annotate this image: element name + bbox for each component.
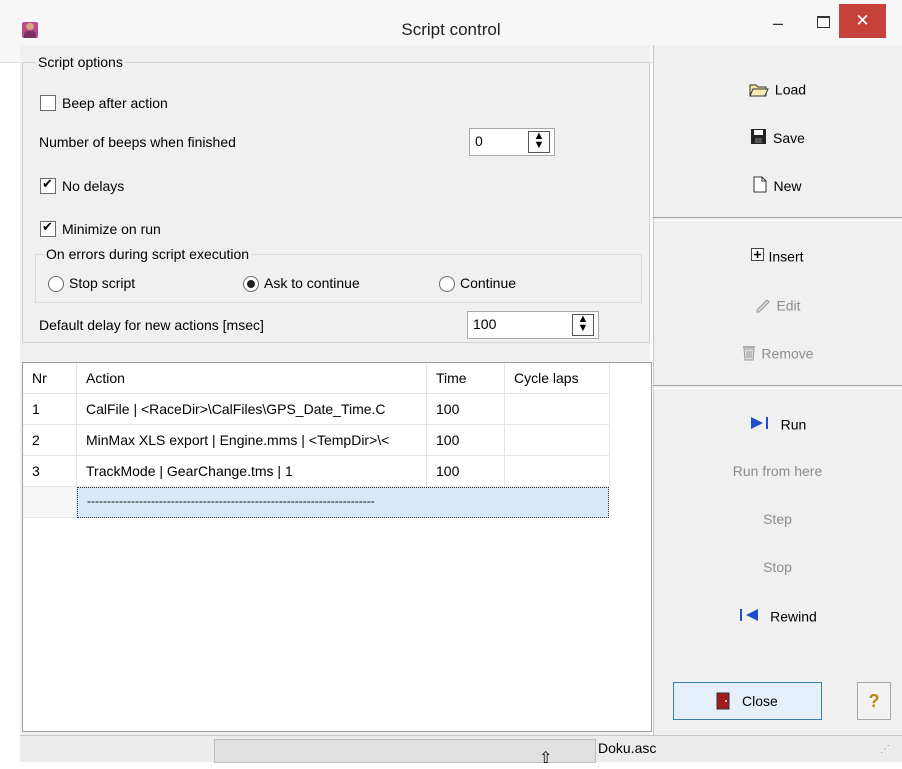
separator [653,217,902,221]
remove-button[interactable]: Remove [653,343,902,364]
save-label: Save [773,130,805,146]
table-row-1-cycle[interactable] [505,394,610,425]
minimize-button[interactable]: – [756,8,800,38]
status-file-name: Doku.asc [598,740,657,756]
close-window-button[interactable]: ✕ [839,4,886,38]
load-button[interactable]: Load [653,80,902,97]
table-row-new-selected[interactable]: ----------------------------------------… [77,487,609,518]
minimize-on-run-label: Minimize on run [62,221,161,237]
resize-grip-icon[interactable]: ⋰ [880,744,890,755]
radio-stop-script[interactable] [48,276,64,292]
table-row-2-action[interactable]: MinMax XLS export | Engine.mms | <TempDi… [77,425,427,456]
maximize-button[interactable] [799,8,843,38]
insert-button[interactable]: Insert [653,247,902,264]
step-button[interactable]: Step [653,511,902,527]
insert-icon [751,248,765,264]
table-row-2-time[interactable]: 100 [427,425,505,456]
beep-after-action-checkbox[interactable] [40,95,56,111]
load-label: Load [774,81,807,98]
default-delay-value: 100 [473,316,497,332]
table-row-1-nr[interactable]: 1 [23,394,77,425]
rewind-icon [738,608,760,625]
edit-icon [754,295,772,316]
table-row-3-cycle[interactable] [505,456,610,487]
close-label: Close [742,693,778,709]
rewind-button[interactable]: Rewind [653,607,902,625]
table-row-1-action[interactable]: CalFile | <RaceDir>\CalFiles\GPS_Date_Ti… [77,394,427,425]
minimize-on-run-checkbox[interactable] [40,219,56,237]
table-row-2-cycle[interactable] [505,425,610,456]
new-label: New [773,178,802,194]
run-label: Run [780,416,807,433]
stop-button[interactable]: Stop [653,559,902,575]
table-row-1-time[interactable]: 100 [427,394,505,425]
edit-button[interactable]: Edit [653,295,902,316]
new-document-icon [753,176,767,196]
table-row-2-nr[interactable]: 2 [23,425,77,456]
beeps-when-finished-value: 0 [475,133,483,149]
radio-ask-to-continue-label: Ask to continue [264,275,360,291]
maximize-icon [817,16,830,28]
action-table[interactable]: Nr Action Time Cycle laps 1 CalFile | <R… [22,362,652,732]
close-button[interactable]: Close [673,682,822,720]
table-row-3-time[interactable]: 100 [427,456,505,487]
help-button[interactable]: ? [857,682,891,720]
trash-icon [741,343,757,364]
radio-continue-label: Continue [460,275,517,291]
run-button[interactable]: Run [653,415,902,433]
separator [653,385,902,389]
script-options-label: Script options [36,54,125,70]
run-from-here-button[interactable]: Run from here [653,463,902,479]
exit-door-icon [716,692,730,713]
beeps-when-finished-label: Number of beeps when finished [39,134,236,150]
radio-continue[interactable] [439,276,455,292]
on-errors-label: On errors during script execution [44,246,252,262]
edit-label: Edit [776,297,801,314]
table-row-3-nr[interactable]: 3 [23,456,77,487]
no-delays-label: No delays [62,178,125,194]
spin-updown-icon[interactable]: ▲ ▼ [528,131,550,153]
help-icon: ? [868,691,880,711]
play-icon [749,416,771,433]
column-header-action[interactable]: Action [77,363,427,394]
default-delay-label: Default delay for new actions [msec] [39,317,264,333]
folder-open-icon [749,82,769,97]
no-delays-checkbox[interactable] [40,176,56,194]
column-header-cycle-laps[interactable]: Cycle laps [505,363,610,394]
new-button[interactable]: New [653,176,902,196]
table-row-new-nr[interactable] [23,487,77,518]
floppy-disk-icon [750,128,767,148]
column-header-time[interactable]: Time [427,363,505,394]
default-delay-spinner[interactable]: 100 ▲ ▼ [467,311,599,339]
mouse-cursor-icon: ⇧ [539,750,553,767]
table-row-3-action[interactable]: TrackMode | GearChange.tms | 1 [77,456,427,487]
beep-after-action-label: Beep after action [62,95,168,111]
remove-label: Remove [761,345,814,362]
spin-updown-icon[interactable]: ▲ ▼ [572,314,594,336]
radio-ask-to-continue[interactable] [243,276,259,292]
insert-label: Insert [768,248,804,265]
radio-stop-script-label: Stop script [69,275,136,291]
rewind-label: Rewind [770,608,817,625]
beeps-when-finished-spinner[interactable]: 0 ▲ ▼ [469,128,555,156]
right-pane [653,45,902,735]
save-button[interactable]: Save [653,128,902,148]
column-header-nr[interactable]: Nr [23,363,77,394]
